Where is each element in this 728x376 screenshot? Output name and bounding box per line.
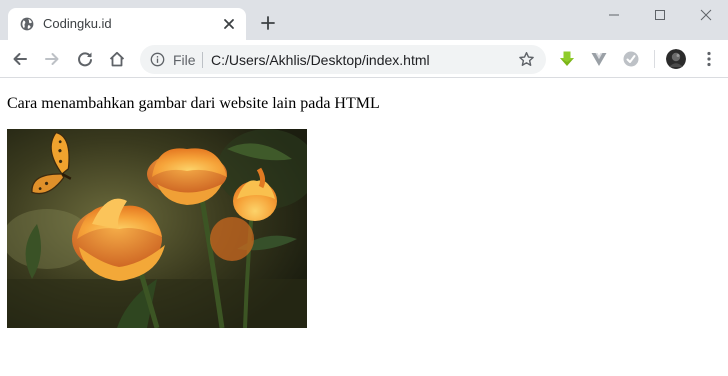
star-icon[interactable] (518, 51, 535, 68)
toolbar-divider (654, 50, 655, 68)
avatar[interactable] (666, 49, 686, 69)
plus-icon[interactable] (260, 15, 276, 31)
page-content: Cara menambahkan gambar dari website lai… (0, 79, 728, 376)
globe-icon (20, 17, 34, 31)
maximize-icon[interactable] (652, 7, 668, 23)
arrow-right-icon[interactable] (43, 50, 61, 68)
window-close-icon[interactable] (698, 7, 714, 23)
vue-devtools-icon[interactable] (590, 50, 608, 68)
arrow-left-icon[interactable] (11, 50, 29, 68)
download-extension-icon[interactable] (558, 50, 576, 68)
butterfly-flowers-image (7, 129, 307, 328)
home-icon[interactable] (108, 50, 126, 68)
url-text[interactable]: C:/Users/Akhlis/Desktop/index.html (211, 52, 430, 68)
minimize-icon[interactable] (606, 7, 622, 23)
grammarly-icon[interactable] (622, 50, 640, 68)
tab-codingku[interactable]: Codingku.id (8, 8, 246, 40)
address-bar[interactable]: File C:/Users/Akhlis/Desktop/index.html (140, 45, 546, 74)
kebab-menu-icon[interactable] (700, 50, 718, 68)
tab-strip: Codingku.id (0, 0, 728, 40)
tab-title: Codingku.id (43, 16, 112, 31)
reload-icon[interactable] (76, 50, 94, 68)
close-icon[interactable] (222, 17, 236, 31)
info-icon[interactable] (150, 52, 165, 67)
toolbar: File C:/Users/Akhlis/Desktop/index.html (0, 40, 728, 78)
omnibox-divider (202, 52, 203, 68)
scheme-label: File (173, 52, 196, 68)
page-text: Cara menambahkan gambar dari website lai… (7, 95, 380, 112)
profile-photo-icon (666, 49, 686, 69)
